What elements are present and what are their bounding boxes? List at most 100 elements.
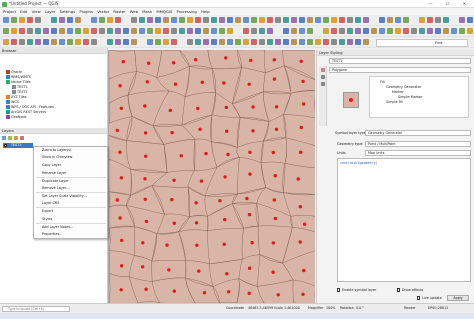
filter-icon[interactable] (14, 136, 18, 140)
toolbar-tool-icon[interactable] (291, 28, 297, 34)
toolbar-tool-icon[interactable] (459, 28, 465, 34)
polygon-feature[interactable] (184, 65, 216, 98)
crs-button[interactable]: EPSG:28812 (428, 306, 448, 310)
toolbar-tool-icon[interactable] (307, 17, 313, 23)
menu-item-export[interactable]: Export (42, 209, 53, 213)
toolbar-tool-icon[interactable] (139, 28, 145, 34)
toolbar-tool-icon[interactable] (19, 39, 25, 45)
toolbar-tool-icon[interactable] (219, 39, 225, 45)
toolbar-tool-icon[interactable] (203, 28, 209, 34)
toolbar-tool-icon[interactable] (51, 39, 57, 45)
toolbar-tool-icon[interactable] (195, 28, 201, 34)
toolbar-tool-icon[interactable] (443, 28, 449, 34)
remove-layer-icon[interactable] (20, 136, 24, 140)
toolbar-tool-icon[interactable] (147, 17, 153, 23)
units-select[interactable]: Map Units (365, 150, 471, 156)
toolbar-tool-icon[interactable] (211, 17, 217, 23)
toolbar-tool-icon[interactable] (315, 39, 321, 45)
toolbar-tool-icon[interactable] (243, 17, 249, 23)
toolbar-tool-icon[interactable] (379, 28, 385, 34)
menu-project[interactable]: Project (3, 8, 16, 15)
toolbar-tool-icon[interactable] (3, 39, 9, 45)
apply-button[interactable]: Apply (447, 295, 469, 301)
menu-mmqgis[interactable]: MMQGIS (156, 8, 172, 15)
toolbar-tool-icon[interactable] (283, 39, 289, 45)
toolbar-tool-icon[interactable] (435, 28, 441, 34)
toolbar-tool-icon[interactable] (419, 28, 425, 34)
close-button[interactable]: ✕ (463, 1, 472, 6)
polygon-feature[interactable] (207, 50, 242, 70)
toolbar-tool-icon[interactable] (363, 39, 369, 45)
toolbar-tool-icon[interactable] (459, 17, 465, 23)
symbol-tree-simple-fill[interactable]: Simple Fill (386, 100, 403, 104)
menu-view[interactable]: View (32, 8, 41, 15)
menu-plugins[interactable]: Plugins (79, 8, 93, 15)
geometry-expression-editor[interactable]: centroid($geometry) (337, 158, 471, 282)
toolbar-tool-icon[interactable] (203, 17, 209, 23)
polygon-feature[interactable] (163, 139, 196, 173)
toolbar-tool-icon[interactable] (267, 28, 273, 34)
toolbar-tool-icon[interactable] (339, 39, 345, 45)
toolbar-tool-icon[interactable] (187, 39, 193, 45)
toolbar-tool-icon[interactable] (411, 28, 417, 34)
toolbar-tool-icon[interactable] (107, 17, 113, 23)
toolbar-tool-icon[interactable] (395, 17, 401, 23)
menu-edit[interactable]: Edit (20, 8, 27, 15)
toolbar-tool-icon[interactable] (323, 28, 329, 34)
toolbar-tool-icon[interactable] (107, 39, 113, 45)
live-update-checkbox[interactable]: Live update (417, 296, 442, 300)
menu-layer[interactable]: Layer (45, 8, 56, 15)
toolbar-tool-icon[interactable] (171, 39, 177, 45)
toolbar-tool-icon[interactable] (11, 17, 17, 23)
toolbar-tool-icon[interactable] (147, 39, 153, 45)
polygon-feature[interactable] (207, 228, 244, 265)
geometry-type-select[interactable]: Point / MultiPoint (365, 141, 471, 147)
toolbar-tool-icon[interactable] (35, 39, 41, 45)
toolbar-tool-icon[interactable] (387, 28, 393, 34)
browser-item-wms[interactable]: WMS/WMTS (6, 75, 31, 79)
toolbar-tool-icon[interactable] (27, 28, 33, 34)
enable-symbol-layer-checkbox[interactable]: Enable symbol layer (337, 288, 376, 292)
toolbar-tool-icon[interactable] (75, 39, 81, 45)
toolbar-tool-icon[interactable] (27, 39, 33, 45)
toolbar-tool-icon[interactable] (243, 28, 249, 34)
toolbar-tool-icon[interactable] (283, 17, 289, 23)
scale-value[interactable]: 1:461000 (284, 306, 300, 310)
toolbar-tool-icon[interactable] (403, 28, 409, 34)
symbol-layer-type-select[interactable]: Geometry Generator (365, 130, 471, 136)
toolbar-tool-icon[interactable] (451, 28, 457, 34)
toolbar-tool-icon[interactable] (267, 17, 273, 23)
symbol-tree-fill[interactable]: Fill (380, 80, 385, 84)
menu-web[interactable]: Web (130, 8, 138, 15)
toolbar-tool-icon[interactable] (99, 28, 105, 34)
toolbar-tool-icon[interactable] (163, 39, 169, 45)
toolbar-tool-icon[interactable] (83, 39, 89, 45)
toolbar-tool-icon[interactable] (355, 39, 361, 45)
menu-item-properties[interactable]: Properties… (42, 232, 63, 236)
menu-item-scale-visibility[interactable]: Set Layer Scale Visibility… (42, 194, 87, 198)
toolbar-tool-icon[interactable] (211, 28, 217, 34)
browser-item-geonode[interactable]: GeoNode (6, 115, 27, 119)
browser-item-xyz[interactable]: XYZ Tiles (6, 95, 27, 99)
menu-mesh[interactable]: Mesh (142, 8, 152, 15)
menu-processing[interactable]: Processing (177, 8, 197, 15)
toolbar-tool-icon[interactable] (35, 28, 41, 34)
toolbar-tool-icon[interactable] (251, 28, 257, 34)
browser-item-test1[interactable]: TEST1 (12, 85, 28, 89)
toolbar-tool-icon[interactable] (331, 28, 337, 34)
symbol-tree-geometry-generator[interactable]: Geometry Generator (386, 85, 421, 89)
toolbar-tool-icon[interactable] (51, 28, 57, 34)
menu-item-copy-layer[interactable]: Copy Layer (42, 163, 61, 167)
toolbar-tool-icon[interactable] (267, 39, 273, 45)
toolbar-tool-icon[interactable] (227, 28, 233, 34)
masks-tab-icon[interactable] (321, 82, 325, 86)
layer-visibility-checkbox[interactable] (4, 143, 8, 148)
toolbar-tool-icon[interactable] (387, 17, 393, 23)
toolbar-tool-icon[interactable] (139, 17, 145, 23)
toolbar-tool-icon[interactable] (91, 17, 97, 23)
toolbar-tool-icon[interactable] (299, 17, 305, 23)
toolbar-tool-icon[interactable] (363, 28, 369, 34)
toolbar-tool-icon[interactable] (19, 17, 25, 23)
toolbar-tool-icon[interactable] (35, 17, 41, 23)
toolbar-tool-icon[interactable] (315, 17, 321, 23)
